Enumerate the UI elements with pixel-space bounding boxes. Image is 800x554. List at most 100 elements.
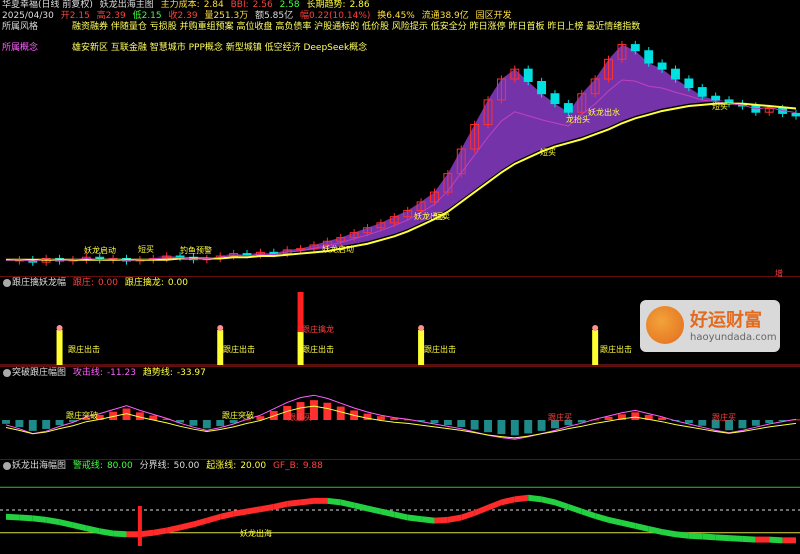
panel3-header: 突破跟庄幅图 攻击线: -11.23 趋势线: -33.97 [12, 368, 210, 379]
panel3-a-label: 攻击线: [72, 368, 103, 378]
oscillator-segment [313, 497, 328, 504]
oscillator-segment [367, 505, 381, 515]
follow-tag: 跟庄出击 [302, 345, 334, 354]
panel4-settings-icon[interactable] [3, 462, 11, 470]
oscillator-segment [662, 529, 676, 538]
oscillator-segment [595, 513, 609, 523]
oscillator-segment [769, 536, 783, 544]
oscillator-segment [554, 499, 569, 510]
oscillator-segment [688, 532, 703, 540]
watermark-logo-icon [646, 306, 684, 344]
panel3-settings-icon[interactable] [3, 369, 11, 377]
breakout-bar [376, 416, 385, 420]
dragon-sea-tag: 妖龙出海 [240, 529, 272, 538]
breakout-bar [336, 406, 345, 420]
oscillator-segment [206, 513, 221, 524]
candle-body [684, 78, 694, 89]
panel3-b-value: -33.97 [176, 368, 206, 378]
panel4-c-label: 起涨线: [206, 461, 237, 471]
panel2-b-label: 跟庄擒龙: [124, 278, 164, 288]
oscillator-segment [447, 514, 462, 523]
breakout-bar [631, 412, 640, 420]
oscillator-segment [488, 499, 502, 511]
breakout-tag: 跟庄突破 [222, 411, 254, 420]
oscillator-segment [742, 535, 756, 543]
panel2-header: 跟庄擒妖龙幅 跟庄: 0.00 跟庄擒龙: 0.00 [12, 278, 192, 289]
oscillator-segment [260, 503, 274, 513]
panel4-a-value: 80.00 [106, 461, 133, 471]
oscillator-segment [32, 515, 47, 523]
candle-body [630, 44, 640, 52]
oscillator-segment [19, 514, 33, 522]
panel4-header: 妖龙出海幅图 警戒线: 80.00 分界线: 50.00 起涨线: 20.00 GF_… [12, 461, 327, 472]
fish-warning-tag: 钓鱼预警 [180, 246, 212, 255]
panel4-title[interactable]: 妖龙出海幅图 [12, 461, 66, 471]
follow-dragon-tag: 跟庄擒龙 [302, 325, 334, 334]
follow-buy-tag: 跟庄买 [548, 413, 572, 422]
panel4-c-value: 20.00 [240, 461, 267, 471]
oscillator-segment [99, 528, 114, 537]
candle-body [644, 50, 654, 64]
breakout-bar [189, 420, 198, 426]
breakout-bar [604, 416, 613, 420]
breakout-bar [42, 420, 51, 429]
follow-tag: 跟庄出击 [223, 345, 255, 354]
breakout-bar [537, 420, 546, 431]
panel3-title[interactable]: 突破跟庄幅图 [12, 368, 66, 378]
oscillator-segment [46, 516, 60, 526]
breakout-bar [751, 420, 760, 426]
follow-tag: 跟庄出击 [600, 345, 632, 354]
follow-tag: 跟庄出击 [68, 345, 100, 354]
candle-body [697, 87, 707, 97]
panel4-b-value: 50.00 [173, 461, 200, 471]
oscillator-segment [166, 524, 181, 534]
follow-buy-tag: 跟庄买 [288, 413, 312, 422]
panel-separator [0, 459, 800, 460]
long-trend-line [6, 102, 797, 261]
oscillator-segment [568, 503, 582, 515]
candle-body [550, 93, 560, 105]
oscillator-segment [421, 516, 435, 524]
candle-body [711, 95, 721, 101]
breakout-bar [524, 420, 533, 434]
breakout-bar [202, 420, 211, 429]
oscillator-segment [113, 530, 127, 538]
oscillator-segment [461, 510, 475, 521]
panel2-title[interactable]: 跟庄擒妖龙幅 [12, 278, 66, 288]
dragon-head-tag: 龙抬头 [566, 115, 590, 124]
oscillator-segment [394, 511, 408, 521]
breakout-bar [443, 420, 452, 426]
oscillator-segment [474, 504, 489, 516]
panel4-d-label: GF_B: [272, 461, 299, 471]
oscillator-segment [702, 533, 716, 541]
oscillator-segment [126, 531, 140, 538]
follow-spike [56, 330, 63, 365]
breakout-bar [765, 420, 774, 424]
oscillator-segment [608, 516, 622, 526]
candle-body [523, 68, 533, 82]
breakout-bar [430, 420, 439, 424]
oscillator-segment [407, 514, 422, 523]
breakout-bar [15, 420, 24, 428]
candle-body [537, 80, 547, 95]
oscillator-segment [247, 506, 261, 515]
follow-dot [592, 325, 599, 331]
oscillator-segment [6, 513, 20, 521]
candle-body [269, 251, 279, 255]
oscillator-segment [273, 500, 288, 510]
breakout-bar [738, 420, 747, 429]
breakout-bar [28, 420, 37, 431]
oscillator-segment [180, 521, 194, 531]
candle-body [791, 112, 800, 117]
oscillator-segment [434, 516, 448, 524]
oscillator-segment [220, 510, 234, 520]
dragon-out-tag: 妖龙出水 [414, 212, 446, 221]
candle-body [242, 253, 252, 256]
follow-buy-tag: 跟庄买 [712, 413, 736, 422]
breakout-bar [484, 420, 492, 433]
panel4-d-value: 9.88 [302, 461, 323, 471]
oscillator-segment [139, 529, 154, 538]
panel2-settings-icon[interactable] [3, 279, 11, 287]
panel4-b-label: 分界线: [139, 461, 170, 471]
oscillator-segment [729, 535, 743, 542]
